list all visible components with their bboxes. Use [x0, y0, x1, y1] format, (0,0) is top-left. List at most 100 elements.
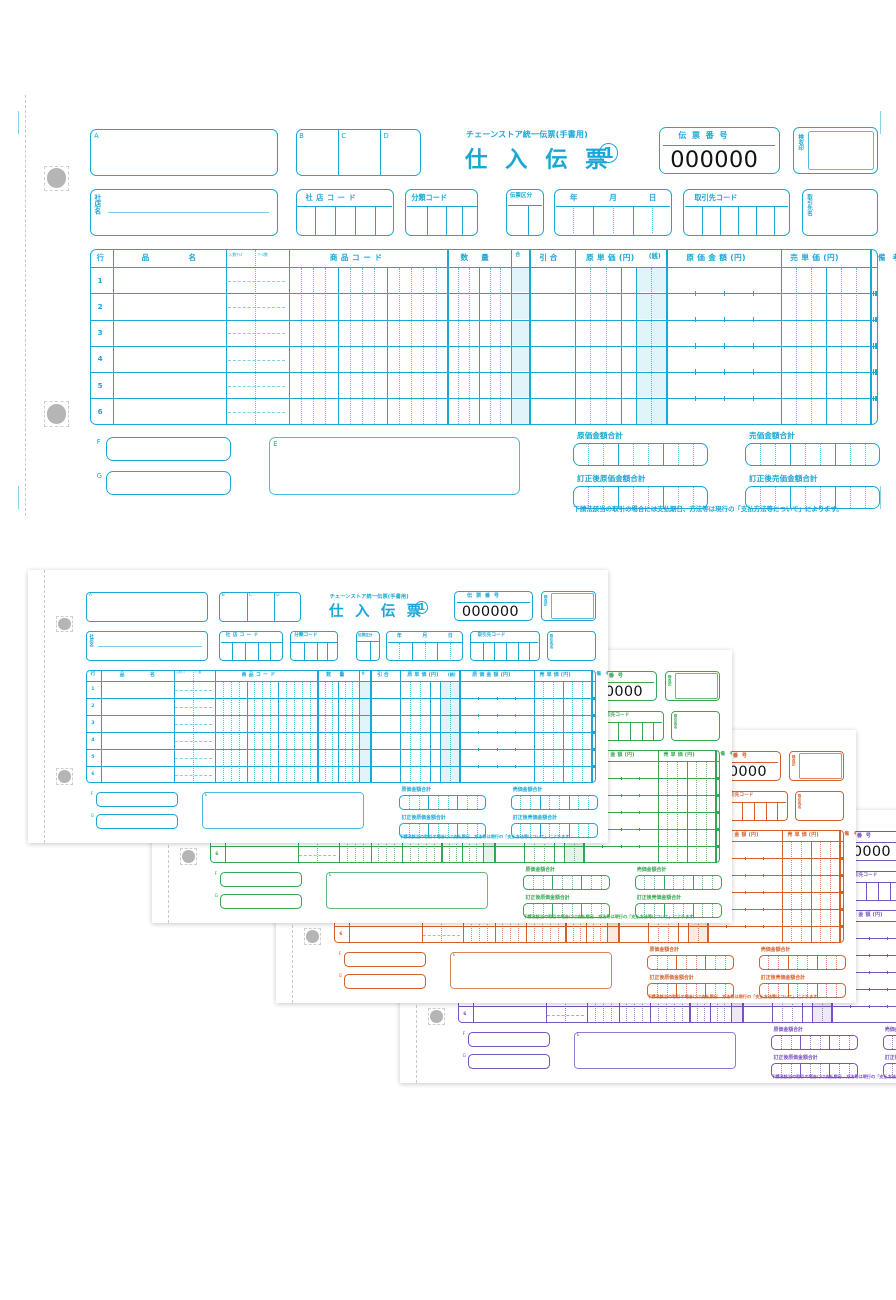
table-row-number: 2 [91, 703, 95, 709]
price-total-corrected-divider-8 [587, 823, 589, 838]
product-code-cell-divider-11 [302, 681, 304, 783]
remarks-tick [843, 890, 845, 895]
inspection-stamp-inner[interactable] [799, 753, 843, 779]
product-code-cell-divider-8 [386, 267, 388, 424]
field-g-label: G [462, 1053, 466, 1059]
9[interactable] [96, 791, 178, 807]
table-row-rule-5 [89, 398, 879, 400]
field-d-label: D [383, 131, 389, 140]
case-size-divider [255, 250, 257, 424]
remarks-tick [719, 844, 721, 849]
table-row-number: 5 [91, 754, 95, 760]
9[interactable] [105, 437, 232, 461]
field-a-box[interactable] [86, 592, 208, 623]
remarks-tick [595, 747, 597, 752]
9[interactable] [468, 1053, 550, 1069]
unit-mark-shaded-cell-2 [511, 294, 530, 319]
cost-total-box[interactable] [771, 1035, 859, 1051]
cost-amount-tick [887, 953, 889, 958]
cost-amount-tick [478, 696, 480, 701]
field-e-box[interactable] [450, 951, 613, 989]
case-size-divider [193, 670, 195, 783]
partner-name-label: 取引先名 [806, 193, 813, 216]
cost-total-divider-8 [724, 955, 726, 970]
field-bcd-box[interactable] [219, 592, 301, 623]
9[interactable] [344, 951, 426, 967]
inspection-stamp-inner[interactable] [551, 593, 595, 619]
remarks-tick [595, 730, 597, 735]
cost-unit-sen-shaded-cell-3 [637, 320, 666, 345]
cost-total-box[interactable] [647, 955, 735, 971]
partner-name-box[interactable] [795, 790, 845, 822]
product-code-cell-divider-9 [398, 267, 400, 424]
col-header-case-size-b: ｹｰｽ数 [258, 251, 268, 257]
slip-title-sub: チェーンストア統一伝票(手書用) [329, 594, 409, 601]
field-e-box[interactable] [326, 871, 489, 909]
product-code-cell-divider-2 [230, 681, 232, 783]
case-size-subrule-4 [227, 359, 285, 361]
9[interactable] [220, 871, 302, 887]
cost-amount-tick [478, 764, 480, 769]
price-total-corrected-divider-8 [835, 983, 837, 998]
remarks-tick [876, 395, 878, 402]
cost-amount-tick [478, 713, 480, 718]
price-total-divider-3 [539, 795, 541, 810]
cost-total-box[interactable] [399, 795, 487, 811]
price-total-box[interactable] [745, 442, 880, 466]
price-total-divider-4 [549, 795, 551, 810]
product-code-cell-divider-4 [337, 267, 339, 424]
cost-unit-cell-divider-1 [590, 267, 592, 424]
cost-total-divider-8 [848, 1035, 850, 1050]
field-e-box[interactable] [574, 1031, 737, 1069]
partner-name-box[interactable] [671, 710, 721, 742]
product-code-cell-divider-12 [435, 267, 437, 424]
cost-amount-tick [478, 747, 480, 752]
date-year-label: 年 [396, 632, 402, 639]
price-total-box[interactable] [634, 875, 722, 891]
field-bcd-box[interactable] [295, 129, 422, 176]
9[interactable] [344, 973, 426, 989]
cost-amount-tick [723, 395, 725, 402]
price-total-divider-5 [558, 795, 560, 810]
quantity-cell-divider-3 [338, 681, 340, 783]
price-unit-cell-divider-3 [686, 761, 688, 863]
table-row-rule-2 [89, 319, 879, 321]
cost-total-divider-1 [780, 1035, 782, 1050]
cost-total-box[interactable] [523, 875, 611, 891]
cost-amount-tick [723, 316, 725, 323]
cost-total-divider-5 [695, 955, 697, 970]
9[interactable] [105, 471, 232, 495]
price-total-box[interactable] [758, 955, 846, 971]
inspection-stamp-inner[interactable] [808, 130, 875, 171]
price-total-corrected-label: 訂正後売価金額合計 [512, 814, 558, 821]
date-divider-1 [411, 641, 413, 661]
cost-total-divider-4 [809, 1035, 811, 1050]
cost-amount-tick [620, 810, 622, 815]
partner-code-divider-3 [877, 881, 879, 901]
cost-total-divider-4 [437, 795, 439, 810]
cost-unit-sen-shaded-cell-2 [440, 699, 459, 715]
store-code-divider-3 [257, 641, 259, 661]
9[interactable] [468, 1031, 550, 1047]
9[interactable] [96, 813, 178, 829]
col-header-case-size-a: 入数ｻｲｽﾞ [175, 671, 187, 675]
class-code-divider-1 [304, 641, 306, 661]
partner-name-box[interactable] [801, 189, 879, 236]
table-row-number: 1 [91, 686, 95, 692]
col-header-remarks: 備 考 (売価金額) [878, 252, 896, 262]
table-row-number: 6 [97, 407, 103, 416]
cost-total-label: 原価金額合計 [577, 430, 623, 440]
price-total-box[interactable] [510, 795, 598, 811]
9[interactable] [220, 893, 302, 909]
price-total-box[interactable] [882, 1035, 896, 1051]
cost-unit-sen-shaded-cell-6 [637, 399, 666, 424]
field-e-box[interactable] [268, 437, 520, 495]
cost-total-box[interactable] [573, 442, 708, 466]
cost-total-divider-6 [581, 875, 583, 890]
date-divider-2 [632, 206, 634, 235]
partner-name-box[interactable] [547, 630, 597, 662]
field-a-box[interactable] [89, 129, 278, 176]
inspection-stamp-inner[interactable] [675, 673, 719, 699]
cost-total-divider-7 [838, 1035, 840, 1050]
field-e-box[interactable] [202, 791, 365, 829]
